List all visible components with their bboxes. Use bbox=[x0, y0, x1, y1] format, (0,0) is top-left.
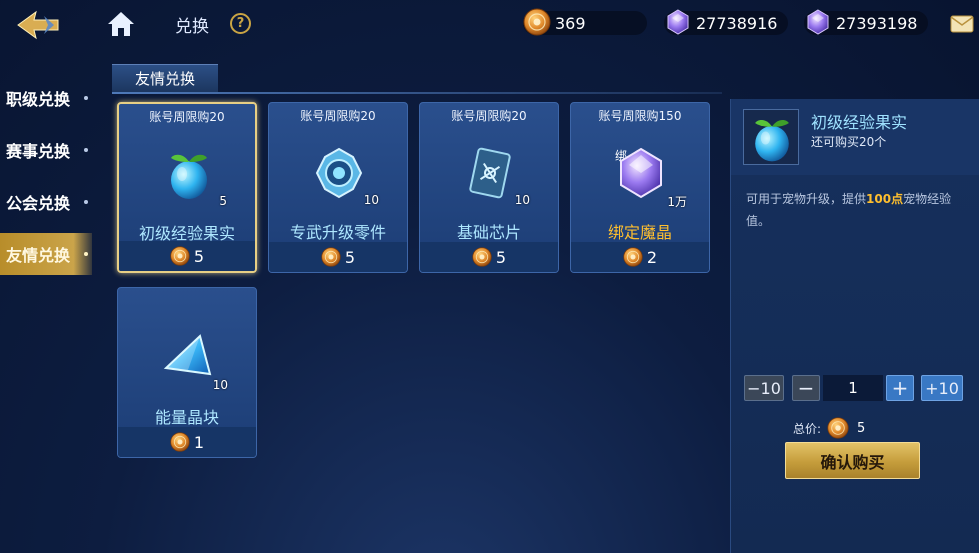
total-price: 总价: 5 bbox=[793, 417, 865, 439]
tab-underline bbox=[112, 92, 722, 94]
detail-item-icon bbox=[743, 109, 799, 165]
nav-item-guild-exchange[interactable]: 公会兑换 bbox=[0, 176, 92, 228]
shop-item-card[interactable]: 账号周限购20 5 初级经验果实 5 bbox=[117, 102, 257, 273]
purchase-limit: 账号周限购20 bbox=[451, 109, 527, 123]
detail-item-name: 初级经验果实 bbox=[811, 113, 908, 132]
nav-dot-icon bbox=[84, 148, 88, 152]
item-quantity: 10 bbox=[212, 378, 228, 392]
nav-item-rank-exchange[interactable]: 职级兑换 bbox=[0, 72, 92, 124]
minus-10-button[interactable]: −10 bbox=[744, 375, 784, 401]
item-price-value: 2 bbox=[646, 247, 658, 267]
item-name: 能量晶块 bbox=[154, 408, 219, 427]
back-arrow-icon bbox=[17, 10, 59, 40]
item-name: 基础芯片 bbox=[456, 223, 521, 242]
nav-item-friendship-exchange[interactable]: 友情兑换 bbox=[0, 233, 92, 275]
detail-description: 可用于宠物升级，提供100点宠物经验值。 bbox=[746, 188, 968, 232]
purple-gem-icon bbox=[804, 8, 832, 36]
quantity-stepper: −10 − 1 + +10 bbox=[731, 375, 979, 401]
item-quantity: 5 bbox=[219, 194, 227, 208]
home-button[interactable] bbox=[106, 10, 136, 38]
page-title: 兑换 bbox=[175, 17, 209, 37]
shop-item-card[interactable]: 账号周限购150 绑 1万 绑定魔晶 2 bbox=[570, 102, 710, 273]
nav-dot-icon bbox=[84, 96, 88, 100]
item-price: 5 bbox=[119, 241, 255, 271]
purple-gem-icon bbox=[664, 8, 692, 36]
item-name: 专武升级零件 bbox=[289, 223, 386, 242]
nav-dot-icon bbox=[84, 252, 88, 256]
item-detail-panel: 初级经验果实 还可购买20个 可用于宠物升级，提供100点宠物经验值。 −10 … bbox=[730, 99, 979, 553]
coin-icon bbox=[321, 247, 341, 267]
item-name: 绑定魔晶 bbox=[607, 223, 672, 242]
home-icon bbox=[108, 12, 134, 36]
coin-balance-value: 369 bbox=[555, 13, 586, 33]
purchase-limit: 账号周限购20 bbox=[300, 109, 376, 123]
mail-icon bbox=[950, 15, 974, 33]
nav-item-label: 职级兑换 bbox=[6, 90, 71, 109]
coin-icon bbox=[170, 432, 190, 452]
item-price: 5 bbox=[269, 242, 407, 272]
purchase-limit: 账号周限购150 bbox=[598, 109, 682, 123]
left-nav: 职级兑换 赛事兑换 公会兑换 友情兑换 bbox=[0, 72, 92, 280]
green-fruit-icon bbox=[171, 154, 207, 199]
desc-highlight: 100点 bbox=[866, 192, 904, 206]
purchase-limit: 账号周限购20 bbox=[149, 110, 225, 124]
item-price: 5 bbox=[420, 242, 558, 272]
item-price: 1 bbox=[118, 427, 256, 457]
nav-item-label: 友情兑换 bbox=[6, 246, 71, 265]
coin-icon bbox=[623, 247, 643, 267]
item-price: 2 bbox=[571, 242, 709, 272]
gem-balance-value: 27738916 bbox=[696, 13, 778, 33]
nav-dot-icon bbox=[84, 200, 88, 204]
detail-header: 初级经验果实 还可购买20个 bbox=[731, 99, 979, 175]
item-quantity: 10 bbox=[514, 193, 530, 207]
coin-icon bbox=[472, 247, 492, 267]
confirm-purchase-button[interactable]: 确认购买 bbox=[785, 442, 920, 479]
total-label: 总价: bbox=[793, 421, 822, 436]
nav-item-event-exchange[interactable]: 赛事兑换 bbox=[0, 124, 92, 176]
chip-card-icon bbox=[469, 147, 511, 199]
item-quantity: 1万 bbox=[667, 195, 687, 209]
plus-button[interactable]: + bbox=[886, 375, 914, 401]
back-button[interactable] bbox=[14, 6, 70, 44]
help-button[interactable]: ? bbox=[230, 13, 251, 34]
energy-crystal-icon bbox=[163, 334, 212, 376]
bound-gem-balance: 27393198 bbox=[804, 11, 928, 35]
minus-button[interactable]: − bbox=[792, 375, 820, 401]
desc-text: 可用于宠物升级，提供 bbox=[746, 192, 867, 206]
nav-item-label: 公会兑换 bbox=[6, 194, 71, 213]
coin-icon bbox=[170, 246, 190, 266]
coin-icon bbox=[523, 8, 551, 36]
shop-item-card[interactable]: 10 能量晶块 1 bbox=[117, 287, 257, 458]
item-price-value: 1 bbox=[193, 432, 205, 452]
mail-button[interactable] bbox=[950, 15, 974, 33]
item-quantity: 10 bbox=[363, 193, 379, 207]
shop-item-card[interactable]: 账号周限购20 10 专武升级零件 5 bbox=[268, 102, 408, 273]
purple-crystal-icon bbox=[620, 147, 662, 199]
item-price-value: 5 bbox=[495, 247, 507, 267]
top-bar: 兑换 ? 369 27738916 27393198 bbox=[0, 0, 979, 50]
coin-icon bbox=[827, 417, 849, 439]
green-fruit-icon bbox=[755, 120, 789, 162]
nav-item-label: 赛事兑换 bbox=[6, 142, 71, 161]
bound-gem-balance-value: 27393198 bbox=[836, 13, 918, 33]
shop-item-card[interactable]: 账号周限购20 10 基础芯片 5 bbox=[419, 102, 559, 273]
quantity-input[interactable]: 1 bbox=[823, 375, 883, 401]
plus-10-button[interactable]: +10 bbox=[921, 375, 963, 401]
detail-remaining: 还可购买20个 bbox=[811, 135, 887, 149]
item-price-value: 5 bbox=[344, 247, 356, 267]
gear-part-icon bbox=[315, 147, 363, 199]
item-price-value: 5 bbox=[193, 246, 205, 266]
total-value: 5 bbox=[857, 420, 866, 436]
coin-balance: 369 bbox=[523, 11, 647, 35]
gem-balance: 27738916 bbox=[664, 11, 788, 35]
tab-friendship-exchange[interactable]: 友情兑换 bbox=[112, 64, 218, 92]
